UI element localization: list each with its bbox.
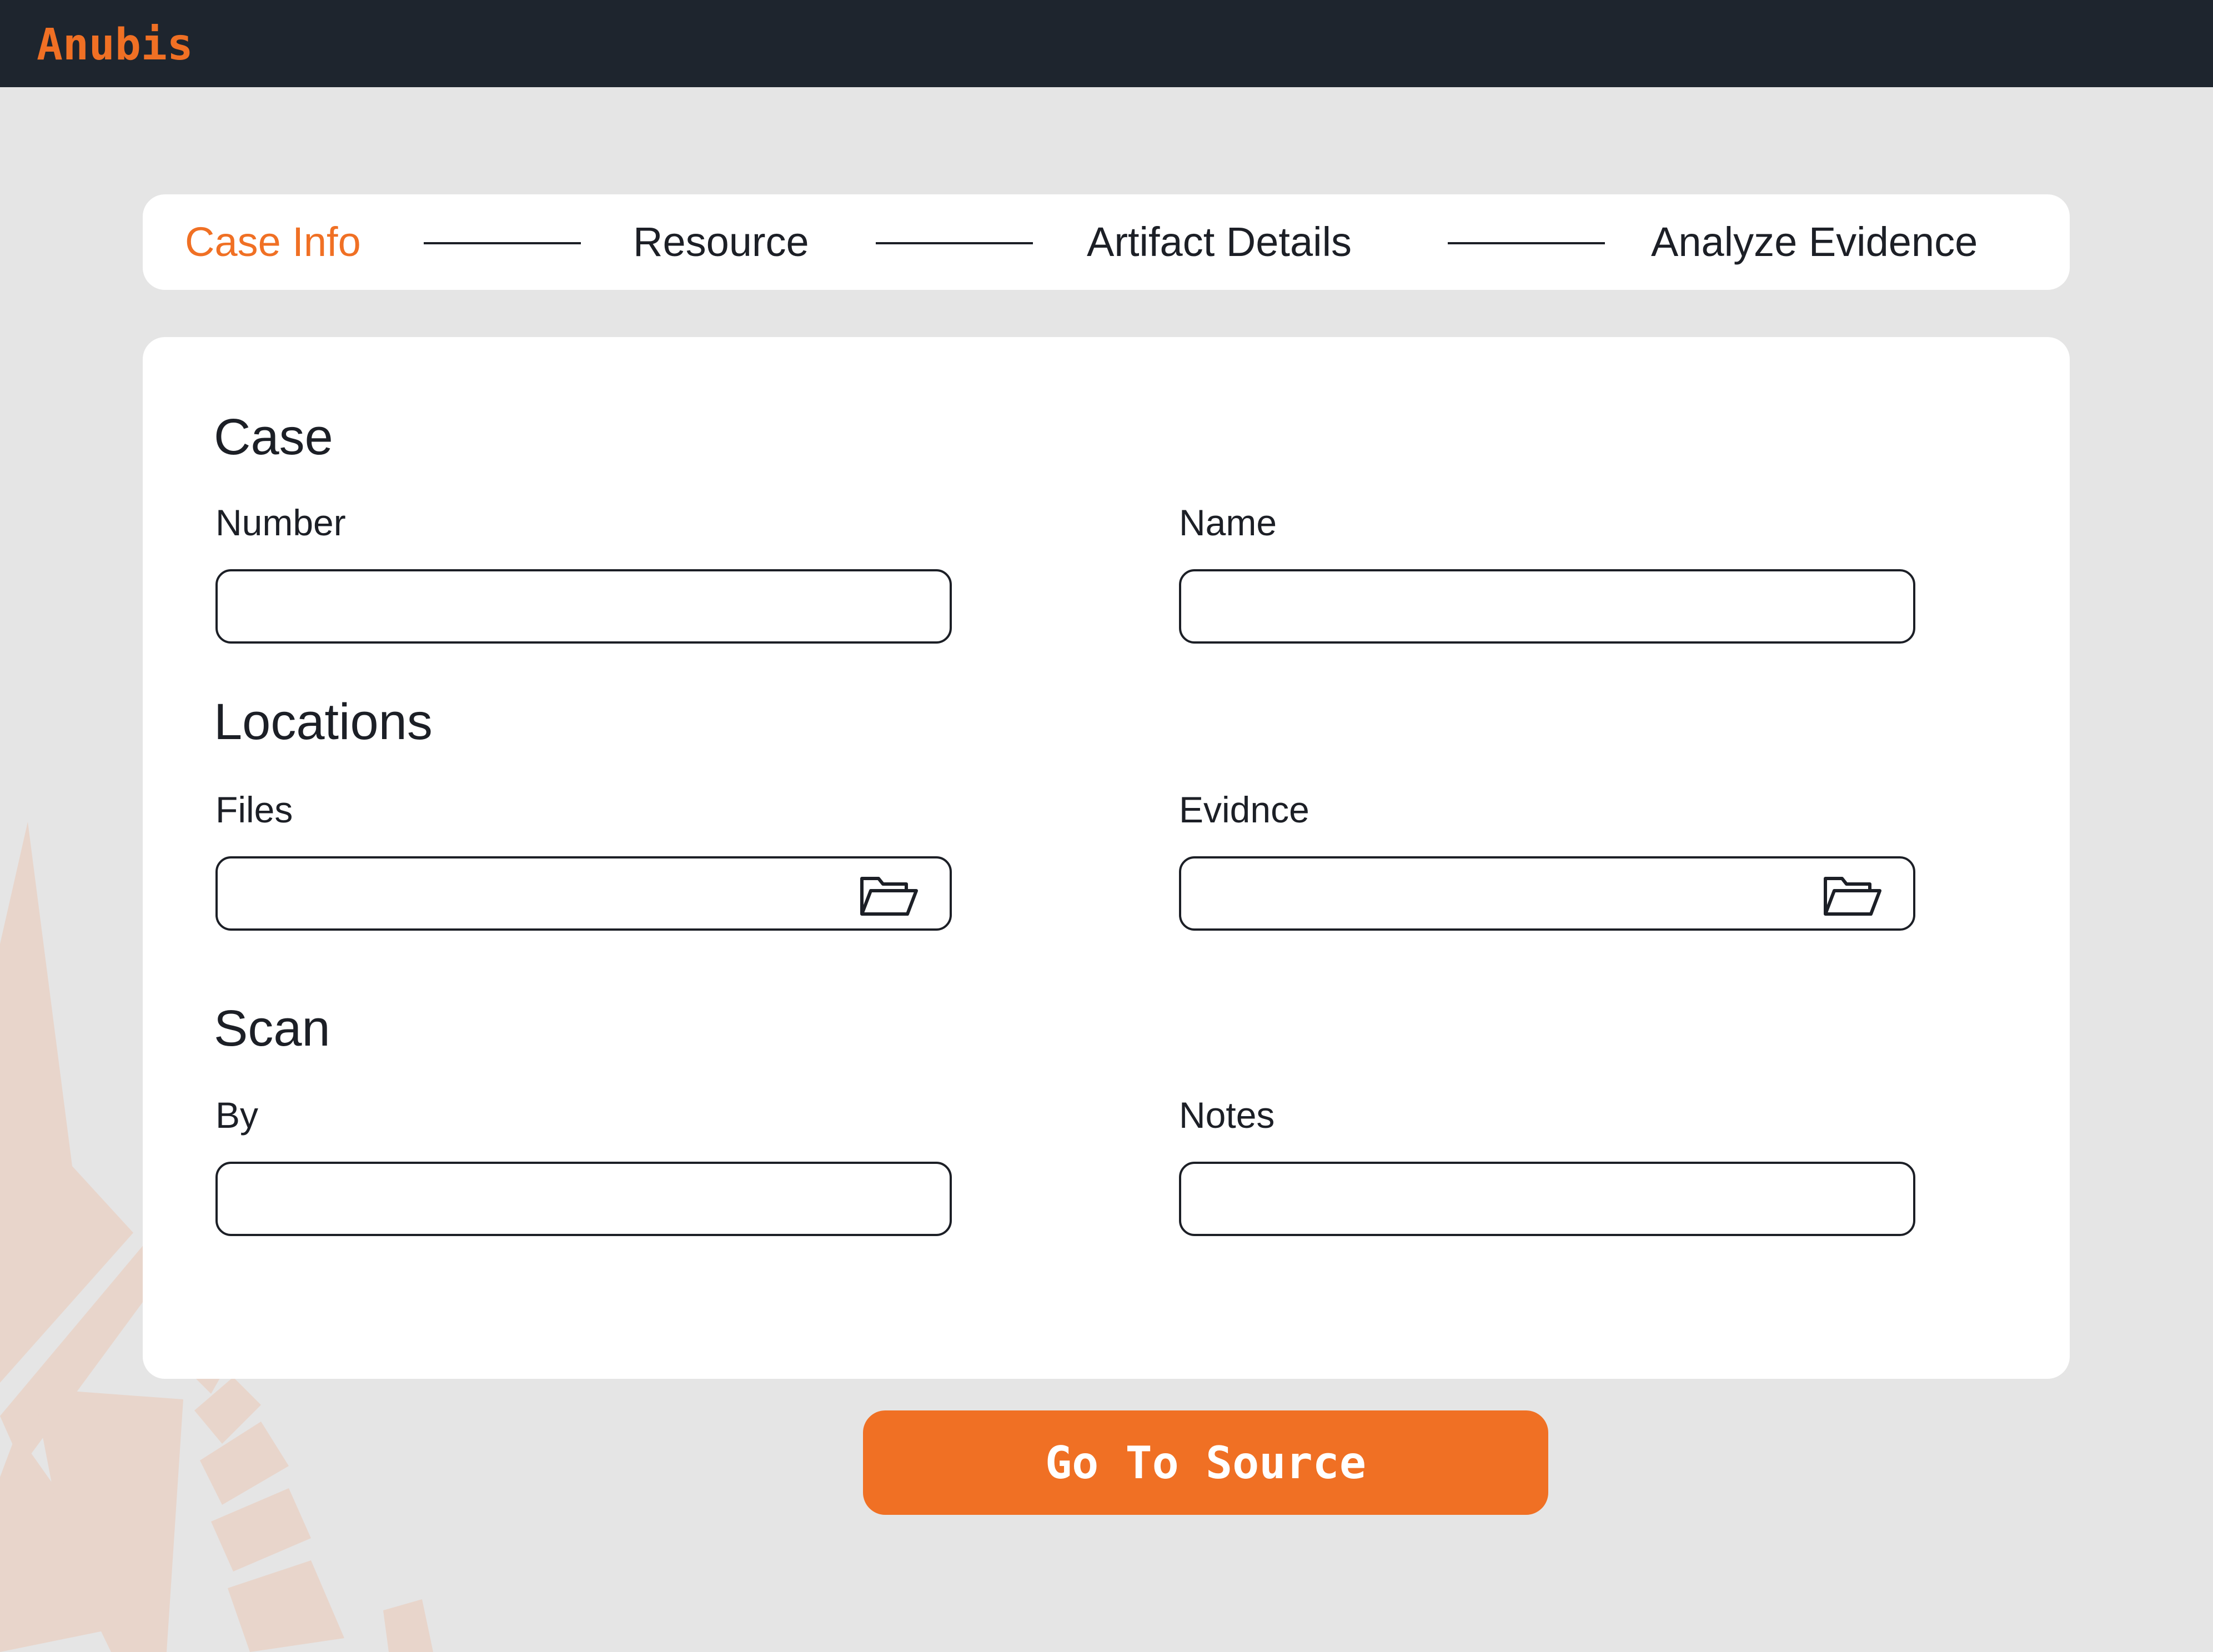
evidence-field-box [1179, 856, 1915, 931]
progress-stepper: Case Info Resource Artifact Details Anal… [143, 194, 2070, 290]
notes-field-box [1179, 1162, 1915, 1236]
top-bar: Anubis [0, 0, 2213, 87]
step-connector [424, 242, 581, 244]
notes-label: Notes [1179, 1094, 1275, 1136]
name-label: Name [1179, 502, 1277, 543]
step-case-info[interactable]: Case Info [185, 218, 361, 267]
section-title-locations: Locations [214, 694, 433, 750]
by-label: By [215, 1094, 259, 1136]
step-analyze-evidence[interactable]: Analyze Evidence [1651, 218, 1978, 267]
step-connector [876, 242, 1033, 244]
evidence-input[interactable] [1198, 870, 1839, 918]
files-input[interactable] [234, 870, 875, 918]
files-field-box [215, 856, 952, 931]
by-field-box [215, 1162, 952, 1236]
files-label: Files [215, 789, 293, 830]
name-input[interactable] [1198, 583, 1839, 631]
case-info-form: Case Number Name Locations Files Evidnce… [143, 337, 2070, 1379]
folder-open-icon[interactable] [1822, 874, 1883, 917]
app-title: Anubis [37, 20, 193, 70]
number-label: Number [215, 502, 346, 543]
evidence-label: Evidnce [1179, 789, 1309, 830]
go-to-source-button[interactable]: Go To Source [863, 1410, 1548, 1515]
number-input[interactable] [234, 583, 875, 631]
folder-open-icon[interactable] [859, 874, 920, 917]
by-input[interactable] [234, 1175, 875, 1224]
step-resource[interactable]: Resource [633, 218, 809, 267]
section-title-case: Case [214, 409, 333, 465]
section-title-scan: Scan [214, 1000, 330, 1057]
number-field-box [215, 569, 952, 644]
notes-input[interactable] [1198, 1175, 1839, 1224]
step-artifact-details[interactable]: Artifact Details [1087, 218, 1352, 267]
step-connector [1448, 242, 1605, 244]
name-field-box [1179, 569, 1915, 644]
